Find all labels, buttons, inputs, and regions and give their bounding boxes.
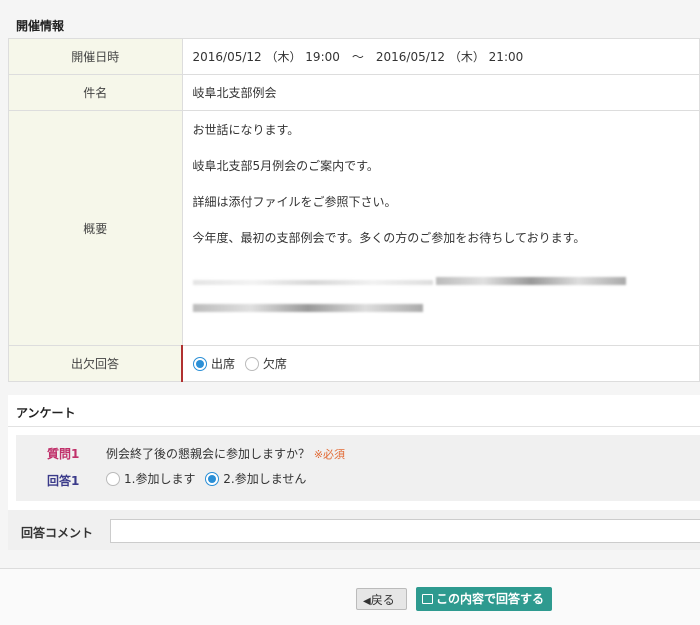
attendance-label: 出欠回答 xyxy=(8,345,183,382)
event-info-panel: 開催日時 2016/05/12 （木） 19:00 ～ 2016/05/12 （… xyxy=(8,38,700,382)
datetime-label: 開催日時 xyxy=(8,38,183,75)
survey-divider xyxy=(8,426,700,427)
answer-option-2-label: 2.参加しません xyxy=(223,472,307,486)
required-mark: ※必須 xyxy=(313,448,346,461)
subject-value: 岐阜北支部例会 xyxy=(181,74,700,111)
answer-options: 1.参加します 2.参加しません xyxy=(106,470,312,487)
submit-button-label: この内容で回答する xyxy=(436,592,545,606)
overview-row: 概要 お世話になります。 岐阜北支部5月例会のご案内です。 詳細は添付ファイルを… xyxy=(8,110,700,346)
absent-radio[interactable] xyxy=(244,356,259,371)
attend-label: 出席 xyxy=(211,357,236,371)
question-text: 例会終了後の懇親会に参加しますか？ xyxy=(106,447,311,461)
comment-label: 回答コメント xyxy=(21,526,94,540)
attend-radio[interactable] xyxy=(193,356,207,371)
overview-line: 詳細は添付ファイルをご参照下さい。 xyxy=(192,195,397,209)
answer-option-2-radio[interactable] xyxy=(205,471,220,486)
submit-button[interactable]: この内容で回答する xyxy=(416,587,552,611)
answer-option-1-radio[interactable] xyxy=(106,471,120,486)
back-button-label: 戻る xyxy=(370,593,395,607)
footer xyxy=(0,569,700,625)
overview-value: お世話になります。 岐阜北支部5月例会のご案内です。 詳細は添付ファイルをご参照… xyxy=(181,110,700,346)
attendance-row: 出欠回答 出席 欠席 xyxy=(8,345,700,382)
absent-label: 欠席 xyxy=(262,357,287,371)
survey-section-title: アンケート xyxy=(16,406,76,420)
overview-label: 概要 xyxy=(8,110,183,346)
event-info-table: 開催日時 2016/05/12 （木） 19:00 ～ 2016/05/12 （… xyxy=(8,38,700,382)
datetime-row: 開催日時 2016/05/12 （木） 19:00 ～ 2016/05/12 （… xyxy=(8,38,700,75)
back-arrow-icon: ◀ xyxy=(363,596,371,607)
question-text-row: 例会終了後の懇親会に参加しますか？ ※必須 xyxy=(106,445,345,462)
overview-line: 今年度、最初の支部例会です。多くの方のご参加をお待ちしております。 xyxy=(192,231,586,245)
answer-label: 回答1 xyxy=(47,474,80,488)
overview-line: 岐阜北支部5月例会のご案内です。 xyxy=(192,159,379,173)
answer-option-1-label: 1.参加します xyxy=(124,472,196,486)
redacted-line xyxy=(436,277,627,285)
redacted-line xyxy=(192,280,433,285)
subject-row: 件名 岐阜北支部例会 xyxy=(8,74,700,111)
overview-line: お世話になります。 xyxy=(192,123,300,137)
comment-icon xyxy=(422,593,433,604)
redacted-line xyxy=(192,304,423,312)
subject-label: 件名 xyxy=(8,74,183,111)
back-button[interactable]: ◀戻る xyxy=(356,588,407,610)
redacted-contact xyxy=(192,267,699,315)
attendance-options: 出席 欠席 xyxy=(181,345,700,382)
datetime-value: 2016/05/12 （木） 19:00 ～ 2016/05/12 （木） 21… xyxy=(181,38,700,75)
question-label: 質問1 xyxy=(47,447,80,461)
comment-input[interactable] xyxy=(110,519,700,543)
event-section-title: 開催情報 xyxy=(16,19,65,33)
